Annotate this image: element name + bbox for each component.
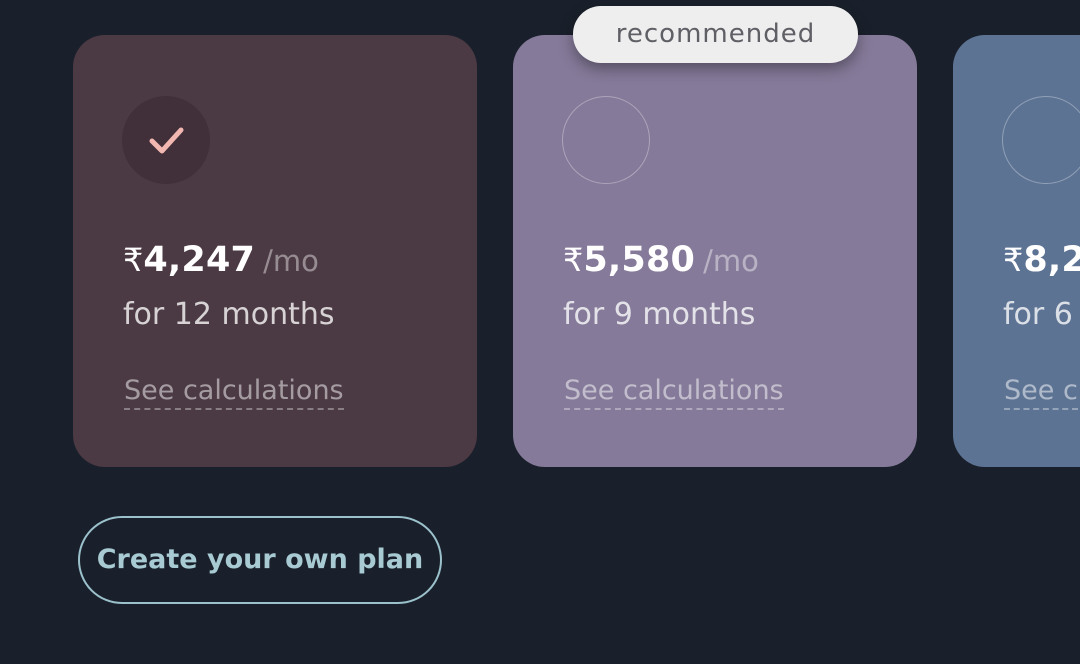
plan-card-6-months[interactable]: ₹8,2 for 6 See c <box>953 35 1080 467</box>
plan-card-12-months[interactable]: ₹4,247/mo for 12 months See calculations <box>73 35 477 467</box>
price-value: 5,580 <box>583 240 696 280</box>
price-unit: /mo <box>703 244 759 278</box>
see-calculations-link[interactable]: See calculations <box>124 375 344 410</box>
see-calculations-link[interactable]: See c <box>1004 375 1078 410</box>
see-calculations-link[interactable]: See calculations <box>564 375 784 410</box>
check-icon <box>149 127 184 154</box>
currency-symbol: ₹ <box>563 241 584 279</box>
plan-duration: for 6 <box>1003 297 1073 332</box>
plan-duration: for 9 months <box>563 297 756 332</box>
plan-price: ₹8,2 <box>1003 238 1080 288</box>
price-value: 4,247 <box>143 240 256 280</box>
radio-circle-icon[interactable] <box>562 96 650 184</box>
currency-symbol: ₹ <box>1003 241 1024 279</box>
plan-duration: for 12 months <box>123 297 335 332</box>
plan-selector: ₹4,247/mo for 12 months See calculations… <box>0 0 1080 664</box>
plan-card-9-months[interactable]: ₹5,580/mo for 9 months See calculations <box>513 35 917 467</box>
radio-circle-icon[interactable] <box>1002 96 1080 184</box>
currency-symbol: ₹ <box>123 241 144 279</box>
plan-price: ₹5,580/mo <box>563 238 759 288</box>
plan-price: ₹4,247/mo <box>123 238 319 288</box>
plan-selected-indicator[interactable] <box>122 96 210 184</box>
create-own-plan-button[interactable]: Create your own plan <box>78 516 442 604</box>
recommended-badge: recommended <box>573 6 858 63</box>
price-unit: /mo <box>263 244 319 278</box>
price-value: 8,2 <box>1023 240 1080 280</box>
